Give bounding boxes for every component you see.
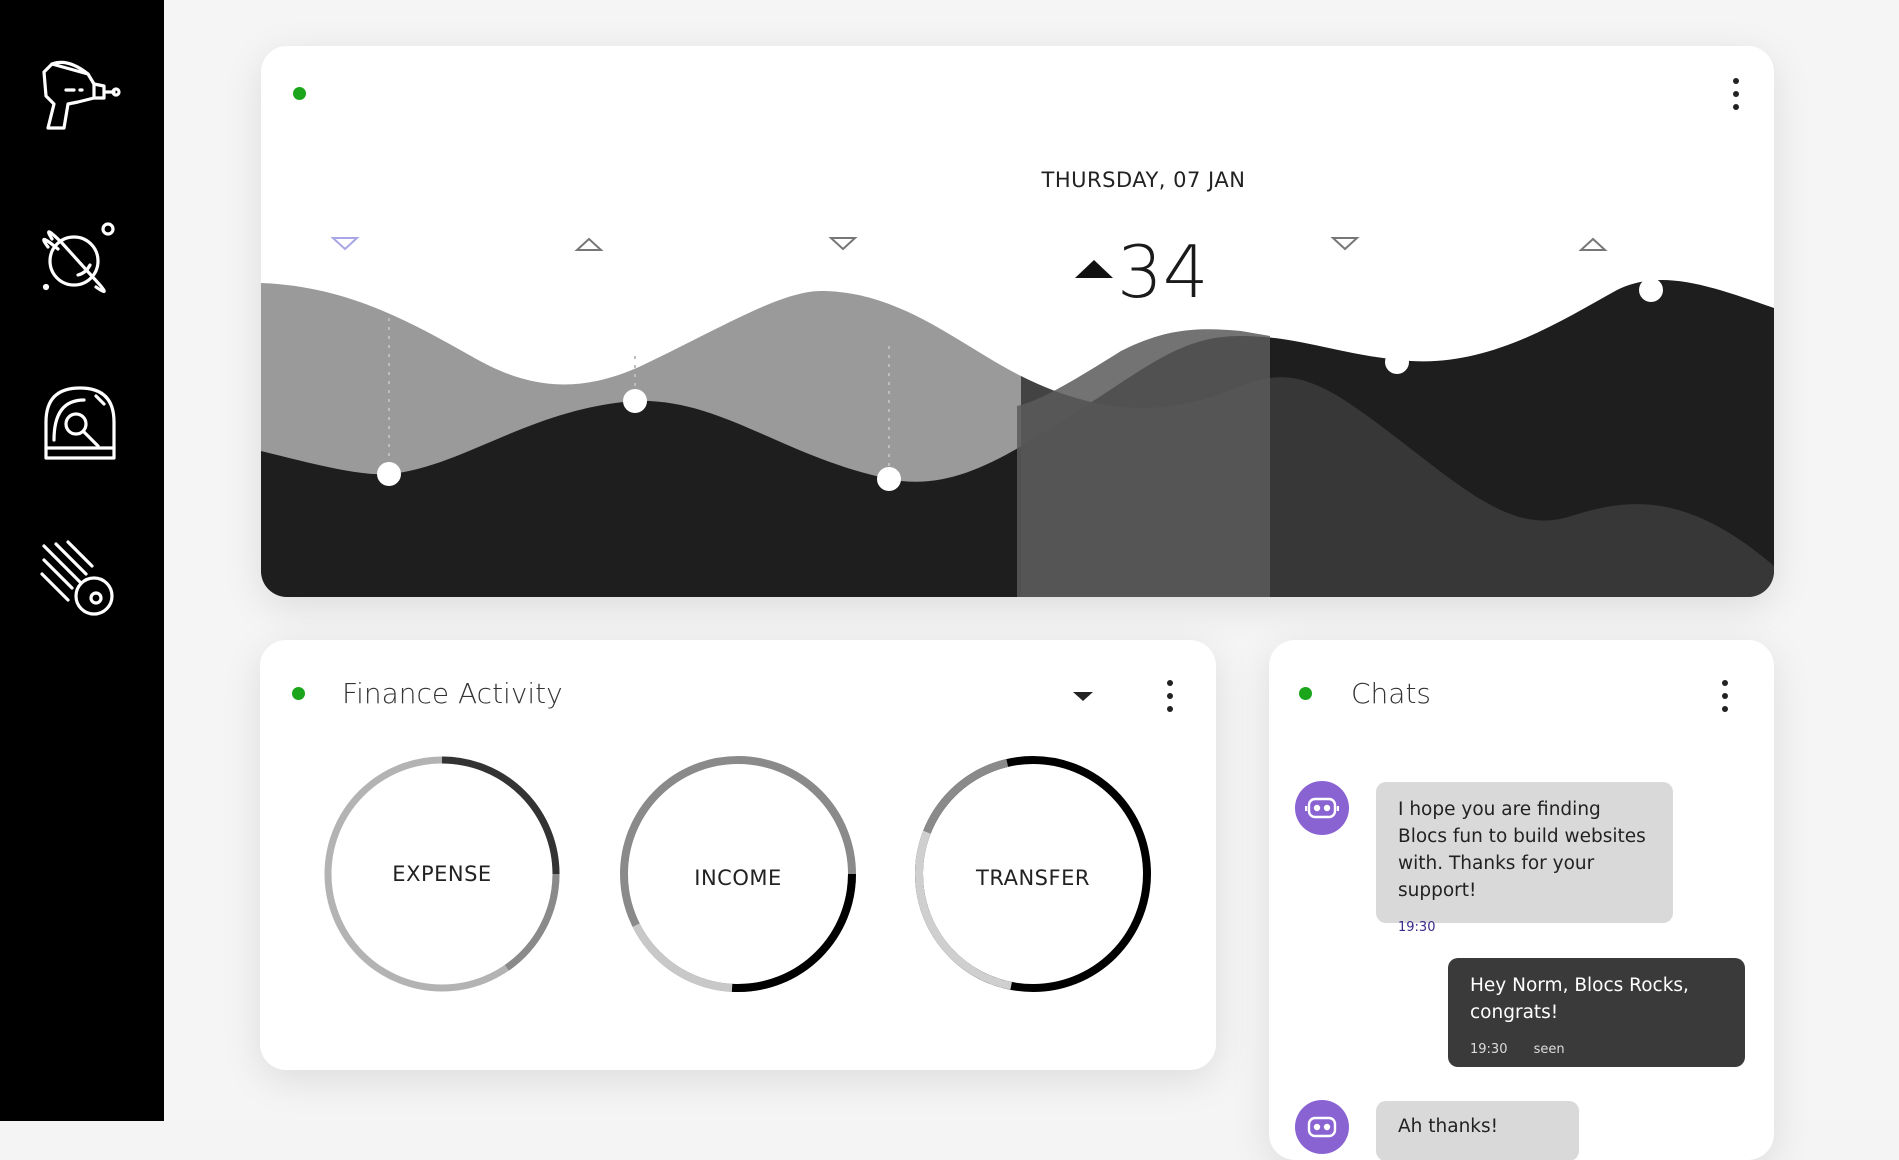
more-options-button[interactable] [1715, 676, 1735, 716]
date-label: THURSDAY, 07 JAN [1041, 168, 1246, 192]
transfer-ring[interactable]: TRANSFER [913, 754, 1153, 994]
sidebar-item-planet[interactable] [38, 217, 122, 301]
radar-icon [44, 386, 116, 460]
finance-activity-card: Finance Activity EXPENSE INCOME TRANSFER [260, 640, 1216, 1070]
status-dot [1299, 687, 1312, 700]
overview-card: THURSDAY, 07 JAN 34 [261, 46, 1774, 597]
card-title: Finance Activity [342, 677, 563, 710]
status-dot [293, 87, 306, 100]
message-time: 19:30 [1398, 920, 1436, 935]
avatar[interactable] [1295, 781, 1349, 835]
chat-message-incoming: Ah thanks! [1376, 1101, 1579, 1160]
planet-icon [42, 222, 115, 294]
avatar[interactable] [1295, 1100, 1349, 1154]
down-marker-icon [1330, 237, 1360, 251]
sidebar-item-ray-gun[interactable] [38, 52, 122, 136]
main-area: THURSDAY, 07 JAN 34 Finance Activity EXP… [164, 0, 1899, 1160]
up-marker-icon [574, 237, 604, 251]
chart-point [623, 389, 647, 413]
status-dot [292, 687, 305, 700]
day-value: 34 [1117, 230, 1209, 314]
message-text: I hope you are finding Blocs fun to buil… [1398, 799, 1646, 901]
down-marker-icon [828, 237, 858, 251]
chart-point [377, 462, 401, 486]
message-text: Hey Norm, Blocs Rocks, congrats! [1470, 975, 1689, 1023]
more-options-button[interactable] [1160, 676, 1180, 716]
chat-message-incoming: I hope you are finding Blocs fun to buil… [1376, 782, 1673, 935]
bot-icon [1307, 1116, 1337, 1138]
sidebar-item-meteor[interactable] [38, 540, 122, 624]
chart-point [1385, 350, 1409, 374]
meteor-icon [40, 540, 114, 616]
ray-gun-icon [42, 60, 121, 130]
message-text: Ah thanks! [1398, 1116, 1499, 1137]
ring-label: EXPENSE [392, 862, 492, 886]
bot-icon [1305, 797, 1339, 819]
income-ring[interactable]: INCOME [618, 754, 858, 994]
chart-point [1639, 278, 1663, 302]
sidebar-item-radar[interactable] [38, 382, 122, 466]
chart-point [877, 467, 901, 491]
message-status: seen [1533, 1042, 1565, 1057]
dropdown-caret-icon[interactable] [1073, 692, 1093, 701]
chat-message-outgoing: Hey Norm, Blocs Rocks, congrats! 19:30 s… [1448, 958, 1745, 1067]
up-marker-icon [1578, 237, 1608, 251]
selected-day-panel: THURSDAY, 07 JAN 34 [1017, 96, 1270, 597]
more-options-button[interactable] [1726, 74, 1746, 114]
sidebar [0, 0, 164, 1121]
ring-label: INCOME [694, 866, 782, 890]
expense-ring[interactable]: EXPENSE [322, 754, 562, 994]
down-marker-icon [330, 237, 360, 251]
card-title: Chats [1351, 677, 1432, 710]
ring-label: TRANSFER [976, 866, 1090, 890]
message-time: 19:30 [1470, 1042, 1508, 1057]
chats-card: Chats I hope you are finding Blocs fun t… [1269, 640, 1774, 1160]
trend-up-icon [1075, 260, 1113, 278]
